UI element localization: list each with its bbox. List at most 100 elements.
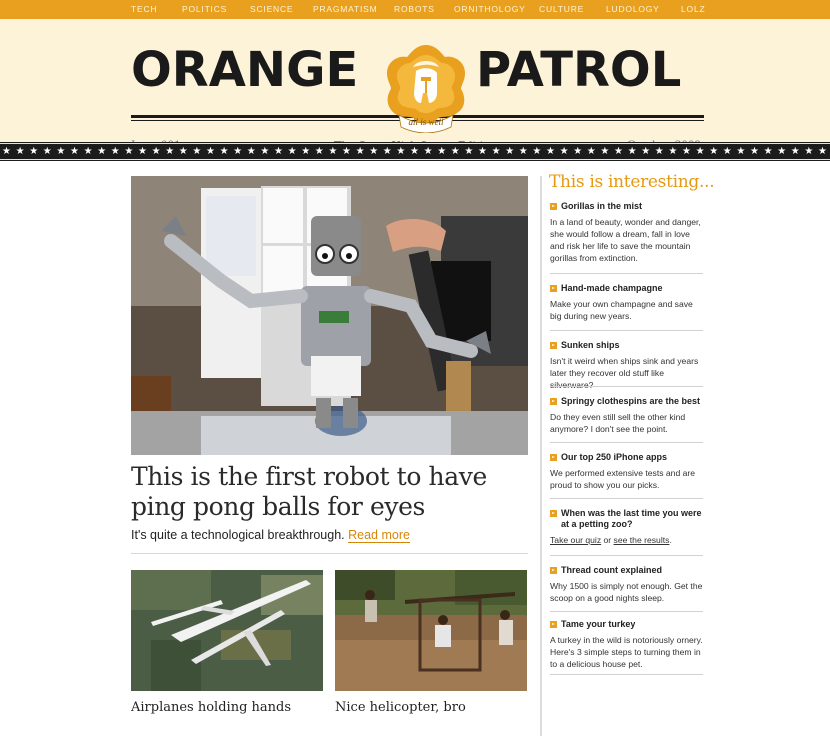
- star-icon: ★: [410, 146, 419, 157]
- star-icon: ★: [437, 146, 447, 157]
- sidebar-item-title[interactable]: Gorillas in the mist: [550, 201, 703, 212]
- star-icon: ★: [641, 146, 651, 157]
- sidebar-item-title-text: Hand-made champagne: [561, 283, 663, 293]
- sidebar-item-gorillas: Gorillas in the mist In a land of beauty…: [550, 201, 703, 264]
- sidebar-item-title[interactable]: Hand-made champagne: [550, 283, 703, 294]
- star-icon: ★: [124, 146, 134, 157]
- sidebar-item-thread-count: Thread count explained Why 1500 is simpl…: [550, 565, 703, 604]
- star-icon: ★: [70, 146, 79, 157]
- sidebar-separator: [550, 273, 703, 274]
- nav-item-ludology[interactable]: LUDOLOGY: [606, 4, 660, 14]
- nav-item-science[interactable]: SCIENCE: [250, 4, 293, 14]
- sidebar-item-title[interactable]: When was the last time you were at a pet…: [550, 508, 703, 530]
- sidebar-item-text: In a land of beauty, wonder and danger, …: [550, 217, 701, 263]
- star-icon: ★: [491, 146, 501, 157]
- star-icon: ★: [260, 146, 270, 157]
- star-icon: ★: [518, 146, 528, 157]
- star-icon: ★: [328, 146, 338, 157]
- star-icon: ★: [736, 146, 746, 157]
- arrow-bullet-icon: [550, 621, 557, 628]
- nav-item-tech[interactable]: TECH: [131, 4, 157, 14]
- helicopter-photo[interactable]: [335, 570, 527, 691]
- brand-name-right[interactable]: PATROL: [476, 46, 681, 94]
- sidebar-item-iphone-apps: Our top 250 iPhone apps We performed ext…: [550, 452, 703, 491]
- read-more-link[interactable]: Read more: [348, 528, 410, 543]
- star-icon: ★: [42, 146, 52, 157]
- robot-image: [131, 176, 528, 455]
- star-icon: ★: [178, 146, 188, 157]
- airplanes-photo[interactable]: [131, 570, 323, 691]
- star-icon: ★: [165, 146, 175, 157]
- arrow-bullet-icon: [550, 203, 557, 210]
- feature-dek: It's quite a technological breakthrough.…: [131, 528, 410, 543]
- star-icon: ★: [750, 146, 759, 157]
- sidebar-item-title[interactable]: Tame your turkey: [550, 619, 703, 630]
- helicopter-caption[interactable]: Nice helicopter, bro: [335, 700, 466, 715]
- sidebar-item-text: Do they even still sell the other kind a…: [550, 412, 686, 434]
- sidebar-item-turkey: Tame your turkey A turkey in the wild is…: [550, 619, 703, 670]
- star-icon: ★: [138, 146, 147, 157]
- star-icon: ★: [314, 146, 324, 157]
- star-icon: ★: [709, 146, 719, 157]
- star-icon: ★: [722, 146, 732, 157]
- star-icon: ★: [83, 146, 93, 157]
- star-icon: ★: [818, 146, 827, 157]
- masthead: ORANGE PATROL all is well Issue 001 The …: [0, 19, 830, 153]
- sidebar-item-title[interactable]: Springy clothespins are the best: [550, 396, 703, 407]
- sidebar-item-text: Take our quiz or see the results.: [550, 534, 703, 546]
- quiz-link[interactable]: Take our quiz: [550, 535, 601, 545]
- sidebar-item-text: We performed extensive tests and are pro…: [550, 468, 696, 490]
- star-icon: ★: [355, 146, 365, 157]
- nav-item-lolz[interactable]: LOLZ: [681, 4, 705, 14]
- airplanes-image: [131, 570, 323, 691]
- link-joiner-text: or: [601, 535, 614, 545]
- star-icon: ★: [668, 146, 678, 157]
- star-icon: ★: [682, 146, 691, 157]
- period-text: .: [669, 535, 672, 545]
- star-icon: ★: [586, 146, 596, 157]
- sidebar-separator: [550, 611, 703, 612]
- star-icon: ★: [2, 146, 11, 157]
- sidebar-separator: [550, 442, 703, 443]
- star-icon: ★: [505, 146, 515, 157]
- sidebar-item-title[interactable]: Our top 250 iPhone apps: [550, 452, 703, 463]
- star-icon: ★: [423, 146, 433, 157]
- star-icon: ★: [382, 146, 392, 157]
- star-icon: ★: [274, 146, 283, 157]
- star-icon: ★: [151, 146, 161, 157]
- star-icon: ★: [478, 146, 487, 157]
- nav-item-culture[interactable]: CULTURE: [539, 4, 584, 14]
- feature-robot-photo[interactable]: [131, 176, 528, 455]
- arrow-bullet-icon: [550, 398, 557, 405]
- sidebar-item-title[interactable]: Thread count explained: [550, 565, 703, 576]
- results-link[interactable]: see the results: [614, 535, 670, 545]
- nav-item-pragmatism[interactable]: PRAGMATISM: [313, 4, 378, 14]
- star-icon: ★: [301, 146, 311, 157]
- star-icon: ★: [56, 146, 66, 157]
- sidebar-item-title-text: Springy clothespins are the best: [561, 396, 701, 406]
- motto: all is well: [408, 117, 444, 127]
- star-icon: ★: [233, 146, 243, 157]
- nav-item-robots[interactable]: ROBOTS: [394, 4, 435, 14]
- star-icon: ★: [110, 146, 120, 157]
- star-icon: ★: [369, 146, 379, 157]
- sidebar-separator: [550, 386, 703, 387]
- star-icon: ★: [600, 146, 610, 157]
- star-icon: ★: [287, 146, 297, 157]
- nav-item-ornithology[interactable]: ORNITHOLOGY: [454, 4, 526, 14]
- top-nav: TECH POLITICS SCIENCE PRAGMATISM ROBOTS …: [0, 0, 830, 19]
- sidebar-item-title[interactable]: Sunken ships: [550, 340, 703, 351]
- star-row: ★ ★ ★ ★ ★ ★ ★ ★ ★ ★ ★ ★ ★ ★ ★ ★ ★ ★ ★ ★ ★ ★ ★ ★ ★ ★ ★ ★ ★ ★ ★ ★ ★ ★ ★ ★ ★ ★ ★ ★…: [2, 144, 830, 159]
- feature-headline[interactable]: This is the first robot to have ping pon…: [131, 462, 531, 522]
- airplanes-caption[interactable]: Airplanes holding hands: [131, 700, 291, 715]
- sidebar-item-title-text: Tame your turkey: [561, 619, 636, 629]
- sidebar-item-clothespins: Springy clothespins are the best Do they…: [550, 396, 703, 435]
- nav-item-politics[interactable]: POLITICS: [182, 4, 227, 14]
- feature-dek-text: It's quite a technological breakthrough.: [131, 528, 345, 542]
- star-icon: ★: [790, 146, 800, 157]
- brand-name-left[interactable]: ORANGE: [131, 46, 358, 94]
- star-icon: ★: [777, 146, 787, 157]
- sidebar-item-title-text: When was the last time you were at a pet…: [561, 508, 702, 529]
- sidebar-item-sunken-ships: Sunken ships Isn't it weird when ships s…: [550, 340, 703, 391]
- sidebar-item-text: Make your own champagne and save big dur…: [550, 299, 693, 321]
